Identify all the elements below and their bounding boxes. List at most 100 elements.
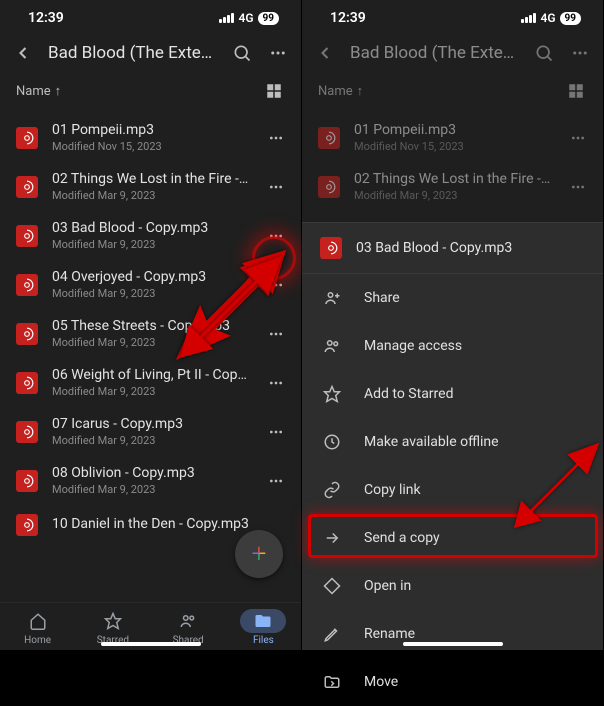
sheet-rename[interactable]: Rename <box>302 610 603 658</box>
file-row[interactable]: 02 Things We Lost in the Fire - Copy...M… <box>302 163 603 212</box>
file-row[interactable]: 01 Pompeii.mp3 Modified Nov 15, 2023 <box>0 114 301 163</box>
back-button[interactable] <box>12 42 34 64</box>
file-meta: Modified Mar 9, 2023 <box>52 483 249 496</box>
person-add-icon <box>322 288 342 308</box>
nav-home[interactable]: Home <box>15 609 61 646</box>
send-icon <box>322 528 342 548</box>
screen-action-sheet: 12:39 4G 99 Bad Blood (The Extended... N… <box>302 0 604 650</box>
audio-icon <box>16 470 38 492</box>
star-icon <box>322 384 342 404</box>
pencil-icon <box>322 624 342 644</box>
status-bar: 12:39 4G 99 <box>302 0 603 30</box>
file-more-button[interactable] <box>565 130 591 146</box>
sheet-file-name: 03 Bad Blood - Copy.mp3 <box>356 240 512 256</box>
file-more-button[interactable] <box>263 130 289 146</box>
audio-icon <box>16 225 38 247</box>
file-meta: Modified Mar 9, 2023 <box>52 434 249 447</box>
file-name: 04 Overjoyed - Copy.mp3 <box>52 269 249 285</box>
file-row[interactable]: 01 Pompeii.mp3Modified Nov 15, 2023 <box>302 114 603 163</box>
file-row[interactable]: 06 Weight of Living, Pt II - Copy.mp3Mod… <box>0 359 301 408</box>
file-name: 03 Bad Blood - Copy.mp3 <box>52 220 249 236</box>
file-meta: Modified Mar 9, 2023 <box>52 238 249 251</box>
audio-icon <box>16 127 38 149</box>
file-more-button[interactable] <box>263 473 289 489</box>
clock: 12:39 <box>28 10 64 26</box>
file-meta: Modified Mar 9, 2023 <box>52 287 249 300</box>
audio-icon <box>16 372 38 394</box>
search-button[interactable] <box>533 42 555 64</box>
clock: 12:39 <box>330 10 366 26</box>
sort-direction-icon: ↑ <box>55 83 62 99</box>
audio-icon <box>320 237 342 259</box>
fab-add-button[interactable]: + <box>235 530 283 578</box>
action-sheet: 03 Bad Blood - Copy.mp3 Share Manage acc… <box>302 222 603 650</box>
sheet-share[interactable]: Share <box>302 274 603 322</box>
file-more-button[interactable] <box>565 179 591 195</box>
sort-label: Name <box>16 84 51 99</box>
audio-icon <box>16 274 38 296</box>
file-row[interactable]: 07 Icarus - Copy.mp3 Modified Mar 9, 2023 <box>0 408 301 457</box>
file-name: 02 Things We Lost in the Fire - Copy... <box>52 171 249 187</box>
overflow-button[interactable] <box>267 42 289 64</box>
view-toggle-button[interactable] <box>263 80 285 102</box>
file-row[interactable]: 08 Oblivion - Copy.mp3 Modified Mar 9, 20… <box>0 457 301 506</box>
file-meta: Modified Mar 9, 2023 <box>52 189 249 202</box>
audio-icon <box>16 514 38 536</box>
file-meta: Modified Nov 15, 2023 <box>52 140 249 153</box>
file-more-button[interactable] <box>263 277 289 293</box>
link-icon <box>322 480 342 500</box>
sheet-manage-access[interactable]: Manage access <box>302 322 603 370</box>
sheet-add-starred[interactable]: Add to Starred <box>302 370 603 418</box>
home-indicator[interactable] <box>403 642 503 646</box>
battery-icon: 99 <box>258 12 279 25</box>
screen-file-list: 12:39 4G 99 Bad Blood (The Extended... N… <box>0 0 302 650</box>
move-icon <box>322 672 342 692</box>
file-row[interactable]: 03 Bad Blood - Copy.mp3 Modified Mar 9, 2… <box>0 212 301 261</box>
page-title: Bad Blood (The Extended... <box>350 43 519 63</box>
people-icon <box>322 336 342 356</box>
file-row[interactable]: 04 Overjoyed - Copy.mp3 Modified Mar 9, 2… <box>0 261 301 310</box>
app-bar: Bad Blood (The Extended... <box>0 30 301 78</box>
sheet-copy-link[interactable]: Copy link <box>302 466 603 514</box>
audio-icon <box>16 421 38 443</box>
nav-starred[interactable]: Starred <box>90 609 136 646</box>
file-name: 01 Pompeii.mp3 <box>52 122 249 138</box>
back-button[interactable] <box>314 42 336 64</box>
nav-shared[interactable]: Shared <box>165 609 211 646</box>
audio-icon <box>318 176 340 198</box>
sheet-move[interactable]: Move <box>302 658 603 706</box>
nav-files[interactable]: Files <box>240 609 286 646</box>
home-indicator[interactable] <box>101 642 201 646</box>
file-more-button[interactable] <box>263 179 289 195</box>
file-name: 07 Icarus - Copy.mp3 <box>52 416 249 432</box>
file-name: 06 Weight of Living, Pt II - Copy.mp3 <box>52 367 249 383</box>
file-row[interactable]: 05 These Streets - Copy.mp3 Modified Mar … <box>0 310 301 359</box>
audio-icon <box>16 176 38 198</box>
battery-icon: 99 <box>560 12 581 25</box>
open-in-icon <box>322 576 342 596</box>
sort-bar[interactable]: Name↑ <box>302 78 603 114</box>
sort-bar[interactable]: Name ↑ <box>0 78 301 114</box>
file-list: 01 Pompeii.mp3 Modified Nov 15, 2023 02 T… <box>0 114 301 602</box>
search-button[interactable] <box>231 42 253 64</box>
sheet-header: 03 Bad Blood - Copy.mp3 <box>302 223 603 274</box>
sheet-offline[interactable]: Make available offline <box>302 418 603 466</box>
file-row[interactable]: 02 Things We Lost in the Fire - Copy... M… <box>0 163 301 212</box>
plus-icon: + <box>252 539 267 569</box>
audio-icon <box>16 323 38 345</box>
overflow-button[interactable] <box>569 42 591 64</box>
sheet-send-copy[interactable]: Send a copy <box>302 514 603 562</box>
network-label: 4G <box>540 11 555 25</box>
file-name: 08 Oblivion - Copy.mp3 <box>52 465 249 481</box>
view-toggle-button[interactable] <box>565 80 587 102</box>
file-meta: Modified Mar 9, 2023 <box>52 336 249 349</box>
file-more-button[interactable] <box>263 375 289 391</box>
app-bar: Bad Blood (The Extended... <box>302 30 603 78</box>
file-more-button[interactable] <box>263 424 289 440</box>
file-more-button[interactable] <box>263 326 289 342</box>
sheet-open-in[interactable]: Open in <box>302 562 603 610</box>
signal-icon <box>219 13 234 23</box>
file-more-button[interactable] <box>263 228 289 244</box>
signal-icon <box>521 13 536 23</box>
file-name: 05 These Streets - Copy.mp3 <box>52 318 249 334</box>
